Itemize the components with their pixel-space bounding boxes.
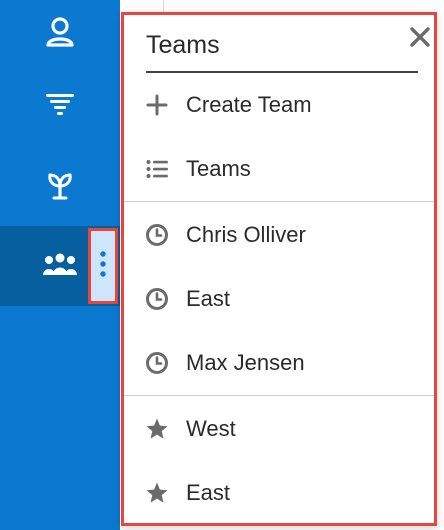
create-team-item[interactable]: Create Team xyxy=(124,75,434,135)
sprout-icon xyxy=(40,164,80,204)
recent-item[interactable]: East xyxy=(124,269,434,329)
section-divider xyxy=(124,201,434,202)
close-icon xyxy=(409,26,431,53)
user-icon xyxy=(40,12,80,52)
teams-dropdown: Teams Create Team Teams Chris Olliver Ea… xyxy=(121,12,437,526)
favorite-item-label: West xyxy=(186,416,236,441)
favorite-item[interactable]: West xyxy=(124,399,434,459)
star-icon xyxy=(144,416,170,442)
vertical-ellipsis-icon xyxy=(99,249,107,284)
recent-item-label: Chris Olliver xyxy=(186,222,306,247)
team-icon xyxy=(40,246,80,286)
clock-icon xyxy=(144,350,170,376)
teams-list-label: Teams xyxy=(186,156,251,181)
favorite-item[interactable]: East xyxy=(124,463,434,523)
sidebar-item-opportunities[interactable] xyxy=(0,152,120,216)
close-button[interactable] xyxy=(406,25,434,53)
teams-list-item[interactable]: Teams xyxy=(124,139,434,199)
dropdown-title: Teams xyxy=(146,31,220,59)
favorite-item-label: East xyxy=(186,480,231,505)
recent-item-label: Max Jensen xyxy=(186,350,305,375)
filter-icon xyxy=(40,84,80,124)
recent-item[interactable]: Max Jensen xyxy=(124,333,434,393)
section-divider xyxy=(124,395,434,396)
recent-item-label: East xyxy=(186,286,231,311)
recent-item[interactable]: Chris Olliver xyxy=(124,205,434,265)
clock-icon xyxy=(144,222,170,248)
list-icon xyxy=(144,156,170,182)
header-divider xyxy=(163,0,164,12)
plus-icon xyxy=(144,92,170,118)
star-icon xyxy=(144,480,170,506)
sidebar-item-forecasts[interactable] xyxy=(0,72,120,136)
sidebar-item-contacts[interactable] xyxy=(0,0,120,64)
create-team-label: Create Team xyxy=(186,92,312,117)
title-underline xyxy=(146,71,418,73)
more-options-button[interactable] xyxy=(88,228,118,304)
clock-icon xyxy=(144,286,170,312)
sidebar xyxy=(0,0,120,530)
